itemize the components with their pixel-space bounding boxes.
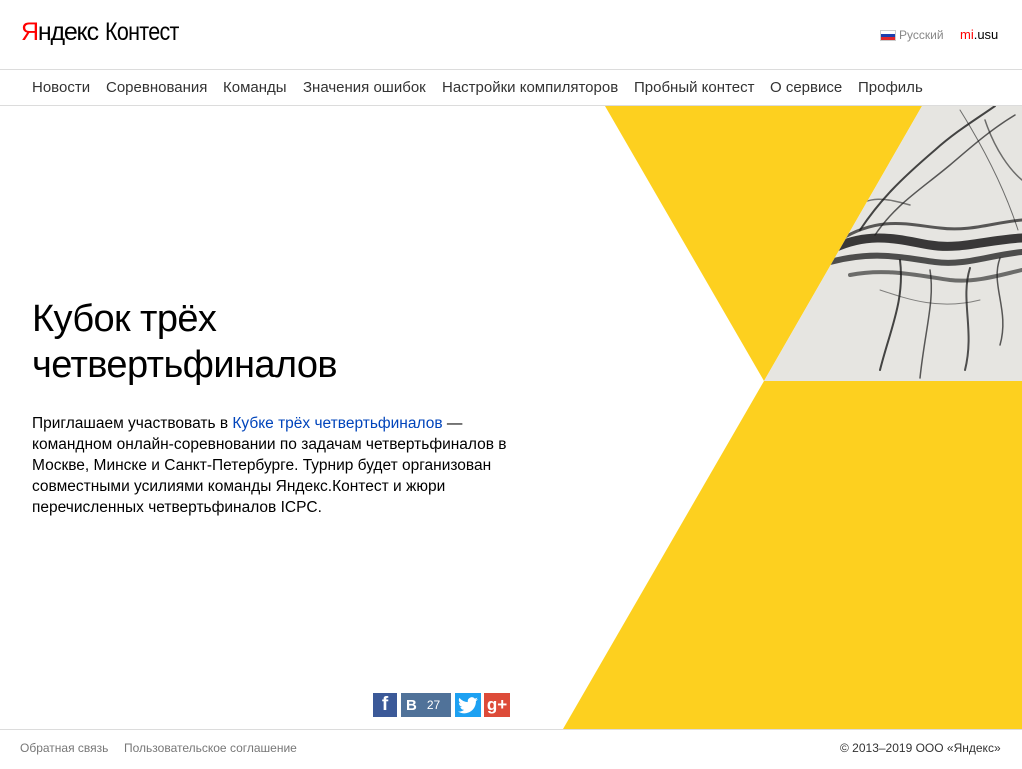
main-nav: Новости Соревнования Команды Значения ош… [0,71,1022,106]
user-login[interactable]: mi.usu [960,27,998,42]
nav-error-codes[interactable]: Значения ошибок [303,79,426,96]
yellow-shape-bottom [563,381,1022,729]
language-switcher[interactable]: Русский [880,28,944,42]
yandex-contest-logo[interactable]: Яндекс Контест [21,18,191,47]
twitter-icon [458,696,478,713]
nav-teams[interactable]: Команды [223,79,287,96]
logo-yandex: Яндекс [21,18,99,47]
logo-contest: Контест [104,18,179,46]
banner-title: Кубок трёх четвертьфиналов [32,296,512,388]
desc-intro: Приглашаем участвовать в [32,415,233,432]
user-login-rest: .usu [973,27,999,42]
banner-title-line1: Кубок трёх [32,298,217,340]
nav-trial-contest[interactable]: Пробный контест [634,79,754,96]
vk-share-count: 27 [426,698,441,712]
nav-compiler-settings[interactable]: Настройки компиляторов [442,79,618,96]
user-login-first: mi [960,27,974,42]
nav-competitions[interactable]: Соревнования [106,79,207,96]
header: Яндекс Контест Русский mi.usu [0,0,1022,70]
twitter-share-button[interactable] [455,693,481,717]
russia-flag-icon [880,29,896,41]
facebook-share-button[interactable]: f [373,693,397,717]
nav-news[interactable]: Новости [32,79,90,96]
banner-title-line2: четвертьфиналов [32,344,338,386]
feedback-link[interactable]: Обратная связь [20,741,108,755]
facebook-icon: f [381,694,389,715]
googleplus-share-button[interactable]: g+ [484,693,510,717]
logo-yandex-first-letter: Я [21,18,39,46]
nav-about[interactable]: О сервисе [770,79,842,96]
user-agreement-link[interactable]: Пользовательское соглашение [124,741,297,755]
vk-icon: В [406,696,417,714]
cup-link[interactable]: Кубке трёх четвертьфиналов [232,415,442,432]
vk-share-button[interactable]: В 27 [401,693,451,717]
banner-description: Приглашаем участвовать в Кубке трёх четв… [32,413,532,518]
copyright: © 2013–2019 ООО «Яндекс» [840,741,1001,755]
language-label: Русский [899,28,944,42]
googleplus-icon: g+ [486,695,508,714]
nav-profile[interactable]: Профиль [858,79,923,96]
footer: Обратная связь Пользовательское соглашен… [0,729,1022,769]
logo-yandex-rest: ндекс [37,18,99,46]
